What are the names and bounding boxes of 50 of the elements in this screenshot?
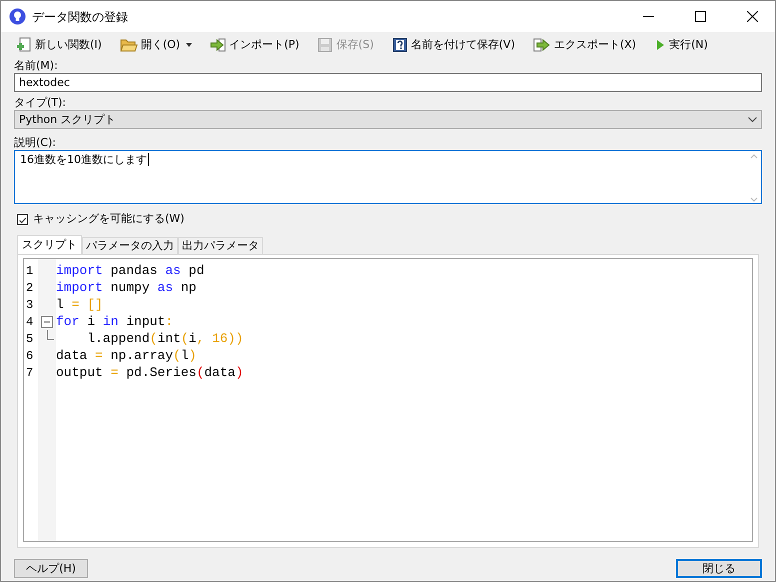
field-label: タイプ(T): <box>14 95 66 110</box>
floppy-icon <box>317 37 334 53</box>
code-line: output = pd.Series(data) <box>56 366 244 380</box>
collapse-icon[interactable] <box>41 316 53 328</box>
code-line: for i in input: <box>56 314 174 328</box>
play-icon <box>654 37 666 53</box>
line-number: 3 <box>25 298 34 312</box>
question-icon <box>392 37 408 53</box>
description-text: 16進数を10進数にします <box>20 153 147 166</box>
name-field[interactable]: hextodec <box>14 73 762 92</box>
toolbar-button[interactable]: エクスポート(X) <box>530 35 640 55</box>
line-number: 5 <box>25 332 34 346</box>
line-number: 2 <box>25 280 34 294</box>
folder-icon <box>120 37 138 53</box>
type-dropdown[interactable]: Python スクリプト <box>14 110 762 129</box>
field-label: 説明(C): <box>14 135 56 150</box>
new-page-icon <box>16 37 32 53</box>
code-line: import pandas as pd <box>56 264 204 278</box>
window-title: データ関数の登録 <box>32 10 129 24</box>
description-field[interactable]: 16進数を10進数にします <box>14 150 762 204</box>
toolbar-button[interactable]: 新しい関数(I) <box>13 35 105 55</box>
lightbulb-icon <box>9 8 26 25</box>
code-line: l = [] <box>56 298 103 312</box>
arrow-icon <box>210 37 226 53</box>
line-number: 1 <box>25 264 34 278</box>
checkbox-label: キャッシングを可能にする(W) <box>33 212 184 226</box>
dialog-button[interactable]: 閉じる <box>676 559 762 578</box>
field-label: 名前(M): <box>14 58 58 73</box>
line-number: 7 <box>25 366 34 380</box>
checkbox[interactable] <box>17 214 28 224</box>
tab[interactable]: パラメータの入力 <box>82 237 178 254</box>
toolbar-button[interactable]: 名前を付けて保存(V) <box>388 35 518 55</box>
arrow-icon <box>532 37 551 53</box>
caret-icon[interactable] <box>185 42 194 48</box>
toolbar-button[interactable]: 実行(N) <box>651 35 711 55</box>
code-line: import numpy as np <box>56 280 196 294</box>
toolbar-button[interactable]: 開く(O) <box>116 35 184 55</box>
chevron-icon <box>748 116 757 122</box>
close-button[interactable] <box>746 11 758 22</box>
scrollbar-drawing <box>749 153 759 203</box>
maximize-button[interactable] <box>694 11 706 22</box>
code-line: data = np.array(l) <box>56 348 196 362</box>
tab[interactable]: 出力パラメータ <box>178 237 263 254</box>
code-editor[interactable]: 1 import pandas as pd 2 import numpy as np 3 l = [] 4 for i in input: 5 l.append(int(i, 16)) 6 data = np.array(l) 7 output = pd.Series(data) <box>23 258 753 542</box>
toolbar-button[interactable]: インポート(P) <box>207 35 302 55</box>
line-number: 6 <box>25 348 34 362</box>
code-line: l.append(int(i, 16)) <box>86 332 244 346</box>
line-number: 4 <box>25 314 34 328</box>
tab[interactable]: スクリプト <box>17 235 82 254</box>
dialog-button[interactable]: ヘルプ(H) <box>14 559 88 578</box>
